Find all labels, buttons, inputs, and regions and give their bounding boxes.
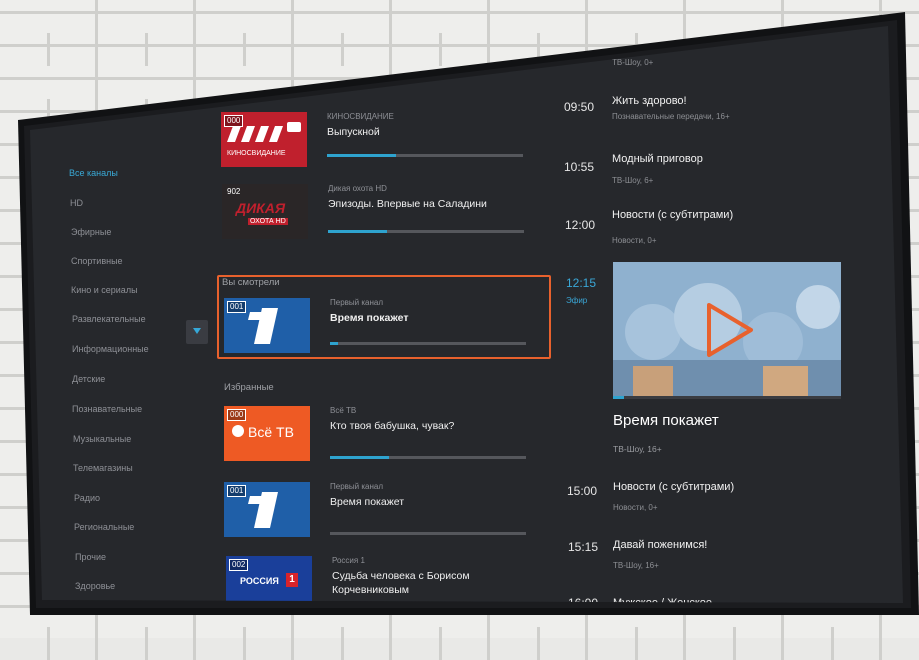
channel-number: 000 [227, 409, 247, 421]
program-progress [328, 230, 524, 233]
channel-name: КИНОСВИДАНИЕ [327, 112, 394, 121]
sidebar-item-teleshop[interactable]: Телемагазины [73, 463, 133, 473]
sidebar-item-broadcast[interactable]: Эфирные [71, 227, 111, 237]
program-title: Судьба человека с Борисом [332, 570, 470, 582]
sidebar-item-radio[interactable]: Радио [74, 493, 100, 503]
sidebar-item-regional[interactable]: Региональные [74, 522, 134, 532]
section-favorites-label: Избранные [224, 382, 274, 393]
channel-name: Россия 1 [332, 556, 365, 565]
sidebar-item-sports[interactable]: Спортивные [71, 256, 123, 266]
channel-number: 902 [227, 187, 241, 196]
program-progress [330, 342, 526, 345]
program-progress [327, 154, 523, 157]
channel-card-vse-tv[interactable]: Всё ТВ 000 Всё ТВ Кто твоя бабушка, чува… [224, 406, 534, 468]
channel-logo-dikaya-ohota: ДИКАЯ ОХОТА HD 902 [222, 184, 308, 239]
schedule-item-title[interactable]: Модный приговор [612, 153, 703, 165]
channel-card-dikaya-ohota[interactable]: ДИКАЯ ОХОТА HD 902 Дикая охота HD Эпизод… [222, 184, 532, 246]
schedule-item-title[interactable]: Новости (с субтитрами) [613, 481, 734, 493]
program-title: Эпизоды. Впервые на Саладини [328, 198, 487, 210]
schedule-item-subtitle: Познавательные передачи, 16+ [612, 112, 730, 121]
schedule-item-subtitle: ТВ-Шоу, 16+ [613, 561, 659, 570]
sidebar-toggle-button[interactable] [186, 320, 208, 344]
chevron-down-icon [193, 328, 201, 334]
sidebar-item-other[interactable]: Прочие [75, 552, 106, 562]
channel-number: 000 [224, 115, 244, 127]
channel-name: Первый канал [330, 482, 383, 491]
channel-card-perviy-watched[interactable]: 001 Первый канал Время покажет [224, 298, 534, 360]
channel-logo-perviy: 001 [224, 482, 310, 537]
schedule-time: 12:00 [565, 218, 596, 232]
schedule-time: 15:00 [567, 484, 598, 498]
program-progress [330, 532, 526, 535]
channel-number: 001 [227, 301, 247, 313]
channel-number: 001 [227, 485, 247, 497]
channel-card-perviy-favorite[interactable]: 001 Первый канал Время покажет [224, 482, 534, 544]
live-badge: Эфир [566, 296, 588, 305]
schedule-item-title[interactable]: Жить здорово! [612, 95, 687, 107]
sidebar-item-entertainment[interactable]: Развлекательные [72, 314, 146, 324]
program-title: Время покажет [330, 312, 409, 324]
sidebar-item-educational[interactable]: Познавательные [72, 404, 142, 414]
schedule-item-title[interactable]: Давай поженимся! [613, 539, 707, 551]
sidebar-item-health[interactable]: Здоровье [75, 581, 115, 591]
schedule-time: 09:50 [564, 100, 595, 114]
channel-name: Всё ТВ [330, 406, 357, 415]
schedule-item-subtitle: ТВ-Шоу, 6+ [612, 176, 654, 185]
program-progress [330, 456, 526, 459]
live-preview-video[interactable] [613, 262, 841, 396]
schedule-time: 15:15 [568, 540, 599, 554]
sidebar-item-all[interactable]: Все каналы [69, 168, 118, 178]
channel-logo-text: ДИКАЯ [236, 200, 286, 216]
sidebar-item-movies[interactable]: Кино и сериалы [71, 285, 138, 295]
schedule-item-title[interactable]: Новости (с субтитрами) [612, 209, 733, 221]
play-icon[interactable] [699, 300, 759, 360]
current-program-title: Время покажет [613, 412, 719, 429]
schedule-item-subtitle: ТВ-Шоу, 0+ [612, 58, 654, 67]
schedule-time: 10:55 [564, 160, 595, 174]
channel-logo-perviy: 001 [224, 298, 310, 353]
channel-name: Первый канал [330, 298, 383, 307]
schedule-time-current: 12:15 [566, 276, 597, 290]
program-title: Кто твоя бабушка, чувак? [330, 420, 455, 432]
sidebar-item-news[interactable]: Информационные [72, 344, 149, 354]
current-program-progress [613, 396, 841, 399]
schedule-item-subtitle: Новости, 0+ [613, 503, 658, 512]
channel-logo-text: Всё ТВ [248, 424, 294, 440]
sidebar-item-kids[interactable]: Детские [72, 374, 105, 384]
channel-logo-vse-tv: Всё ТВ 000 [224, 406, 310, 461]
channel-logo-kinosvidanie: КИНОСВИДАНИЕ 000 [221, 112, 307, 167]
program-title-line2: Корчевниковым [332, 584, 410, 596]
schedule-item-subtitle: Новости, 0+ [612, 236, 657, 245]
program-title: Время покажет [330, 496, 405, 508]
channel-number: 002 [229, 559, 249, 571]
channel-name: Дикая охота HD [328, 184, 387, 193]
channel-logo-subtext: ОХОТА HD [248, 218, 288, 225]
channel-logo-text: КИНОСВИДАНИЕ [227, 150, 286, 157]
sidebar-item-music[interactable]: Музыкальные [73, 434, 131, 444]
program-title: Выпускной [327, 126, 380, 138]
current-program-subtitle: ТВ-Шоу, 16+ [613, 444, 662, 454]
sidebar-item-hd[interactable]: HD [70, 198, 83, 208]
channel-card-kinosvidanie[interactable]: КИНОСВИДАНИЕ 000 КИНОСВИДАНИЕ Выпускной [221, 112, 531, 174]
channel-logo-text: РОССИЯ [240, 576, 279, 586]
